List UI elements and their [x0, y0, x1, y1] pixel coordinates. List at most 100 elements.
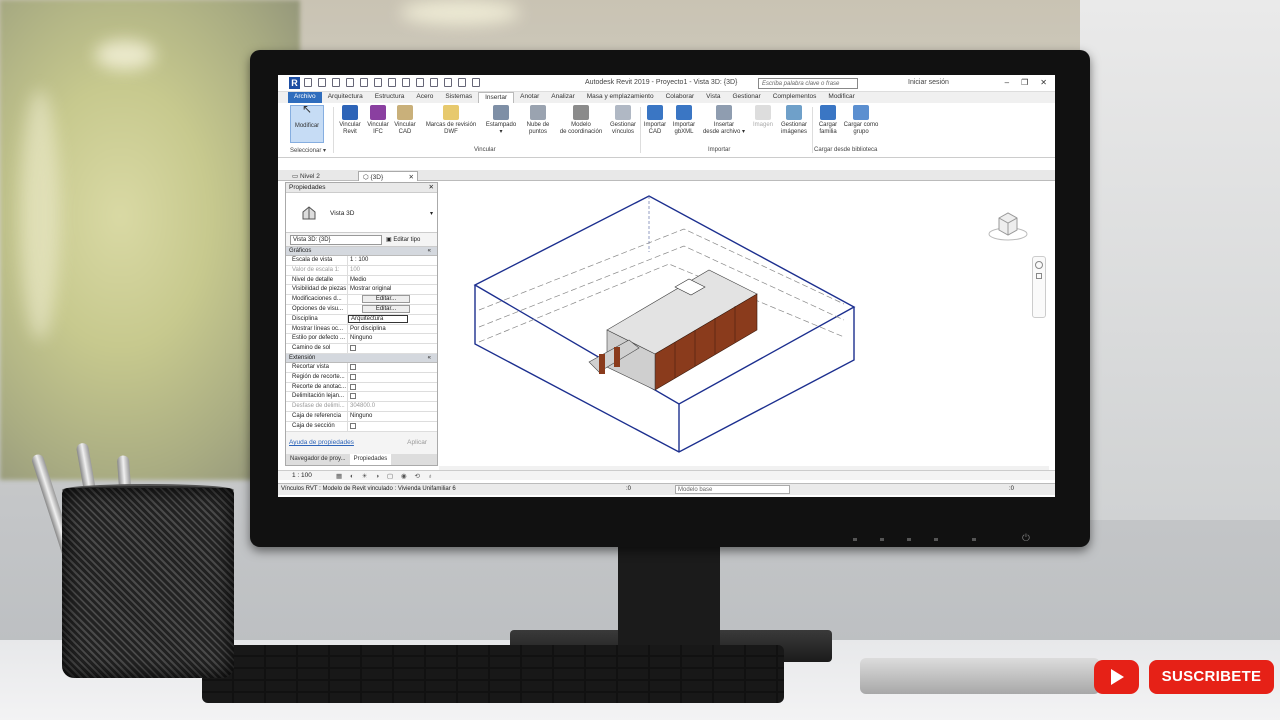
checkbox[interactable]: [350, 373, 356, 380]
property-value[interactable]: [348, 344, 437, 353]
property-value[interactable]: Editar...: [348, 295, 437, 304]
print-icon[interactable]: [374, 78, 382, 87]
property-row[interactable]: Visibilidad de piezas Mostrar original: [286, 285, 437, 296]
login-link[interactable]: Iniciar sesión: [908, 79, 949, 86]
section-extension[interactable]: Extensión «: [286, 353, 437, 363]
tab-complementos[interactable]: Complementos: [767, 92, 823, 103]
property-value[interactable]: Arquitectura: [348, 314, 437, 324]
section-graficos[interactable]: Gráficos «: [286, 247, 437, 256]
property-row[interactable]: Caja de referencia Ninguno: [286, 411, 437, 422]
link-cad-button[interactable]: Vincular CAD: [392, 105, 418, 136]
edit-button[interactable]: Editar...: [362, 304, 410, 313]
property-row[interactable]: Opciones de visu... Editar...: [286, 304, 437, 315]
coordination-model-button[interactable]: Modelo de coordinación: [555, 105, 607, 136]
save-icon[interactable]: [318, 78, 326, 87]
subscribe-button[interactable]: SUSCRIBETE: [1149, 660, 1274, 694]
tab-insertar[interactable]: Insertar: [478, 92, 515, 103]
edit-type-button[interactable]: ▣ Editar tipo: [386, 236, 420, 243]
property-value[interactable]: [348, 383, 437, 392]
property-row[interactable]: Mostrar líneas oc... Por disciplina: [286, 324, 437, 335]
tab-properties[interactable]: Propiedades: [349, 454, 392, 465]
tab-arquitectura[interactable]: Arquitectura: [322, 92, 369, 103]
dwf-markups-button[interactable]: Marcas de revisión DWF: [422, 105, 480, 136]
view-instance-dropdown[interactable]: Vista 3D: {3D}: [290, 235, 382, 245]
3d-model-canvas[interactable]: [439, 182, 1055, 474]
property-row[interactable]: Delimitación lejan...: [286, 392, 437, 403]
restore-icon[interactable]: ❐: [1021, 78, 1028, 87]
collapse-icon[interactable]: «: [428, 354, 431, 363]
property-value[interactable]: [348, 363, 437, 372]
property-value[interactable]: Ninguno: [348, 334, 437, 343]
checkbox[interactable]: [350, 363, 356, 370]
measure-icon[interactable]: [388, 78, 396, 87]
close-tab-icon[interactable]: ✕: [409, 173, 414, 181]
checkbox[interactable]: [350, 393, 356, 400]
checkbox[interactable]: [350, 383, 356, 390]
tab-sistemas[interactable]: Sistemas: [439, 92, 478, 103]
chevron-down-icon[interactable]: ▾: [430, 210, 433, 217]
tab-colaborar[interactable]: Colaborar: [660, 92, 701, 103]
dimension-icon[interactable]: [402, 78, 410, 87]
undo-icon[interactable]: [346, 78, 354, 87]
revit-logo-icon[interactable]: R: [289, 77, 300, 89]
sync-icon[interactable]: [332, 78, 340, 87]
3d-view-icon[interactable]: [430, 78, 438, 87]
load-as-group-button[interactable]: Cargar como grupo: [841, 105, 881, 136]
design-options-dropdown[interactable]: Modelo base: [675, 485, 790, 494]
property-value[interactable]: [348, 422, 437, 431]
type-selector[interactable]: Vista 3D ▾: [286, 193, 437, 233]
property-row[interactable]: Escala de vista 1 : 100: [286, 256, 437, 266]
property-value[interactable]: [348, 373, 437, 382]
collapse-icon[interactable]: «: [428, 247, 431, 256]
property-row[interactable]: Región de recorte...: [286, 372, 437, 383]
redo-icon[interactable]: [360, 78, 368, 87]
tab-modificar[interactable]: Modificar: [822, 92, 860, 103]
property-value[interactable]: 304800.0: [348, 402, 437, 411]
property-row[interactable]: Camino de sol: [286, 344, 437, 354]
thin-lines-icon[interactable]: [458, 78, 466, 87]
property-value[interactable]: Medio: [348, 276, 437, 285]
decal-button[interactable]: Estampado ▾: [483, 105, 519, 136]
import-cad-button[interactable]: Importar CAD: [642, 105, 668, 136]
modify-button[interactable]: ↖ Modificar: [290, 103, 324, 143]
select-dropdown[interactable]: Seleccionar ▾: [290, 147, 326, 154]
tab-masa-y-emplazamiento[interactable]: Masa y emplazamiento: [581, 92, 660, 103]
minimize-icon[interactable]: –: [1005, 78, 1009, 87]
steering-wheel-icon[interactable]: [1035, 261, 1043, 269]
text-icon[interactable]: [416, 78, 424, 87]
manage-links-button[interactable]: Gestionar vínculos: [607, 105, 639, 136]
import-gbxml-button[interactable]: Importar gbXML: [670, 105, 698, 136]
tab-3d[interactable]: ⬡ {3D} ✕: [358, 171, 418, 181]
search-input[interactable]: Escriba palabra clave o frase: [758, 78, 858, 89]
apply-button[interactable]: Aplicar: [407, 439, 427, 446]
property-row[interactable]: Disciplina Arquitectura: [286, 314, 437, 325]
property-row[interactable]: Caja de sección: [286, 421, 437, 432]
link-revit-button[interactable]: Vincular Revit: [336, 105, 364, 136]
property-row[interactable]: Recorte de anotac...: [286, 382, 437, 393]
tab-acero[interactable]: Acero: [410, 92, 439, 103]
viewcube[interactable]: [987, 204, 1029, 244]
section-icon[interactable]: [444, 78, 452, 87]
close-icon[interactable]: ✕: [1040, 78, 1047, 87]
checkbox[interactable]: [350, 422, 356, 429]
tab-gestionar[interactable]: Gestionar: [727, 92, 767, 103]
filter-count[interactable]: :0: [1009, 484, 1014, 495]
3d-viewport[interactable]: [439, 182, 1055, 474]
property-row[interactable]: Valor de escala 1: 100: [286, 265, 437, 276]
property-value[interactable]: Por disciplina: [348, 325, 437, 334]
open-icon[interactable]: [304, 78, 312, 87]
properties-help-link[interactable]: Ayuda de propiedades: [289, 439, 354, 446]
view-scale[interactable]: 1 : 100: [292, 472, 312, 479]
point-cloud-button[interactable]: Nube de puntos: [523, 105, 553, 136]
tab-anotar[interactable]: Anotar: [514, 92, 545, 103]
load-family-button[interactable]: Cargar familia: [815, 105, 841, 136]
property-value[interactable]: [348, 392, 437, 401]
property-value[interactable]: 100: [348, 266, 437, 275]
tab-nivel-2[interactable]: ▭ Nivel 2: [288, 171, 324, 181]
property-row[interactable]: Estilo por defecto ... Ninguno: [286, 334, 437, 345]
discipline-select[interactable]: Arquitectura: [348, 314, 408, 323]
edit-button[interactable]: Editar...: [362, 295, 410, 304]
property-value[interactable]: Editar...: [348, 304, 437, 314]
property-row[interactable]: Nivel de detalle Medio: [286, 275, 437, 286]
image-button[interactable]: Imagen: [750, 105, 776, 129]
